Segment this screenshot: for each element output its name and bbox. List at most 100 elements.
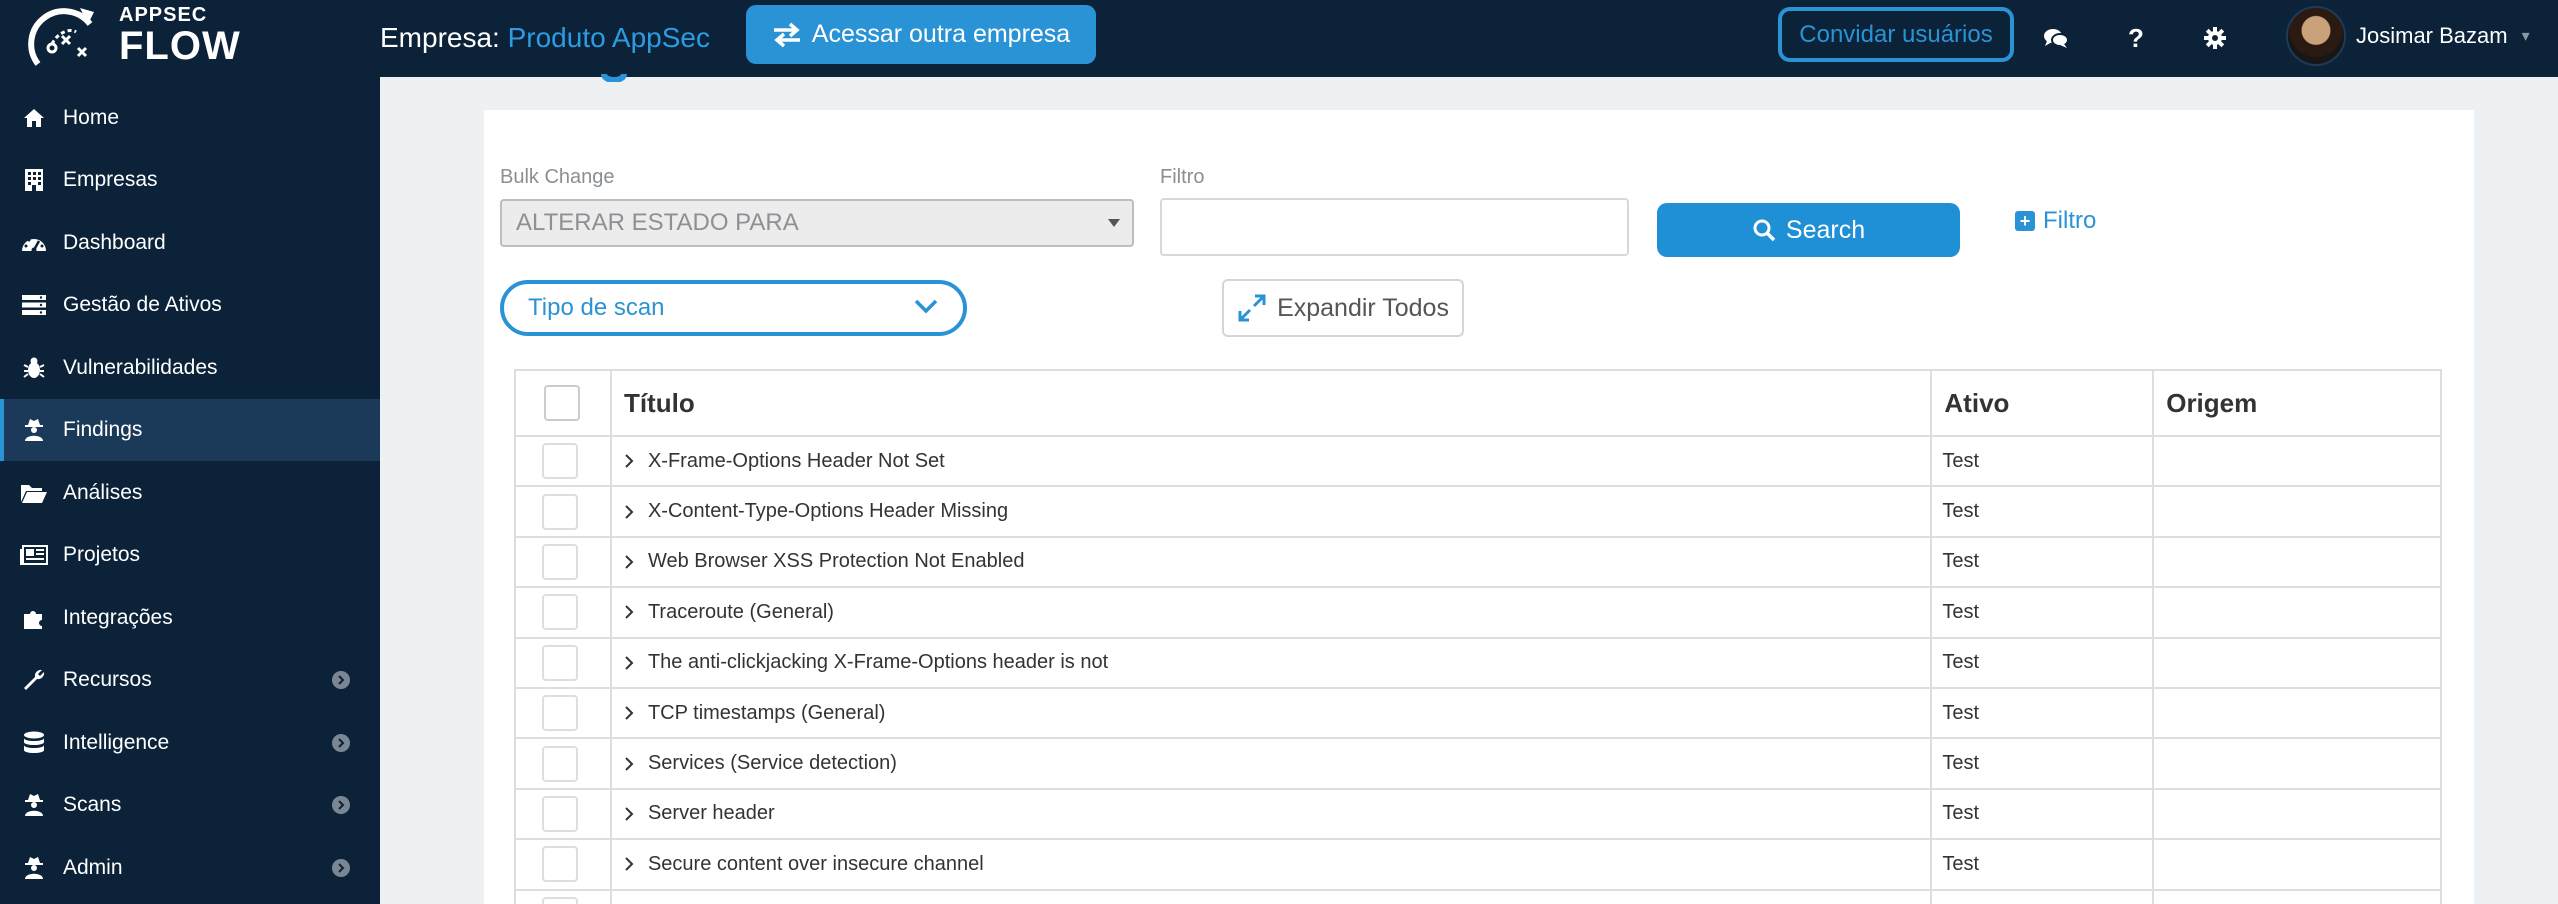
chevron-right-icon[interactable]: [622, 552, 636, 572]
row-title-cell: Server header: [609, 787, 1933, 841]
switch-company-button[interactable]: Acessar outra empresa: [746, 5, 1096, 64]
row-checkbox[interactable]: [542, 443, 578, 480]
chevron-right-icon[interactable]: [622, 854, 636, 874]
table-row[interactable]: Services (Service detection) Test: [514, 737, 2442, 790]
row-title-cell: Services (Service detection): [609, 737, 1933, 790]
chevron-right-icon[interactable]: [622, 804, 636, 824]
sidebar-item-label: Intelligence: [63, 731, 170, 754]
finding-title[interactable]: X-Content-Type-Options Header Missing: [648, 500, 1008, 523]
expand-all-button[interactable]: Expandir Todos: [1222, 279, 1464, 337]
sidebar-item-integracoes[interactable]: Integrações: [0, 587, 380, 649]
chevron-down-icon: [914, 299, 938, 314]
finding-title[interactable]: X-Frame-Options Header Not Set: [648, 450, 945, 473]
finding-title[interactable]: Services (Service detection): [648, 752, 897, 775]
finding-title[interactable]: TCP timestamps (General): [648, 702, 885, 725]
chevron-right-icon[interactable]: [622, 703, 636, 723]
chevron-right-icon[interactable]: [622, 502, 636, 522]
row-checkbox[interactable]: [542, 493, 578, 530]
row-checkbox[interactable]: [542, 543, 578, 580]
row-asset-cell: Test: [1930, 838, 2155, 891]
top-bar: APPSEC FLOW Empresa: Produto AppSec Aces…: [0, 0, 2558, 77]
row-title-cell: TCP timestamps (General): [609, 686, 1933, 740]
sidebar-item-intelligence[interactable]: Intelligence: [0, 712, 380, 774]
table-row[interactable]: TCP timestamps (General) Test: [514, 686, 2442, 740]
finding-title[interactable]: Web Browser XSS Protection Not Enabled: [648, 550, 1024, 573]
sidebar-item-vulnerabilidades[interactable]: Vulnerabilidades: [0, 337, 380, 399]
row-checkbox[interactable]: [542, 695, 578, 732]
sidebar-item-recursos[interactable]: Recursos: [0, 649, 380, 711]
column-header-title[interactable]: Título: [609, 369, 1933, 437]
add-filter-button[interactable]: + Filtro: [2015, 204, 2096, 238]
gauge-icon: [20, 229, 48, 257]
table-row[interactable]: Traceroute (General) Test: [514, 586, 2442, 639]
filter-input[interactable]: [1160, 198, 1629, 256]
chevron-right-icon: [332, 859, 350, 877]
sidebar-item-projetos[interactable]: Projetos: [0, 524, 380, 586]
row-checkbox[interactable]: [542, 644, 578, 681]
sidebar-item-gestao-de-ativos[interactable]: Gestão de Ativos: [0, 274, 380, 336]
row-origin-cell: [2152, 737, 2442, 790]
chevron-right-icon[interactable]: [622, 754, 636, 774]
filter-label: Filtro: [1160, 166, 1205, 188]
gear-icon[interactable]: [2197, 20, 2233, 56]
table-row[interactable]: X-Frame-Options Header Not Set Test: [514, 434, 2442, 488]
row-title-cell: Web Browser XSS Protection Not Enabled: [609, 535, 1933, 589]
row-checkbox[interactable]: [542, 846, 578, 883]
chevron-right-icon[interactable]: [622, 451, 636, 471]
sidebar-item-dashboard[interactable]: Dashboard: [0, 212, 380, 274]
row-check-cell: [514, 485, 612, 538]
avatar: [2286, 6, 2346, 66]
caret-down-icon: [1108, 219, 1120, 227]
table-row[interactable]: Server header Test: [514, 787, 2442, 841]
help-icon[interactable]: ?: [2118, 20, 2154, 56]
sidebar-item-label: Recursos: [63, 668, 152, 691]
row-origin-cell: [2152, 838, 2442, 891]
scan-type-dropdown[interactable]: Tipo de scan: [500, 280, 967, 336]
row-title-cell: X-Frame-Options Header Not Set: [609, 434, 1933, 488]
chat-icon[interactable]: [2038, 20, 2074, 56]
finding-title[interactable]: Traceroute (General): [648, 601, 834, 624]
search-button[interactable]: Search: [1657, 203, 1960, 257]
table-row[interactable]: Secure content over insecure channel Tes…: [514, 838, 2442, 891]
appsec-flow-logo[interactable]: APPSEC FLOW: [24, 2, 254, 72]
column-header-asset[interactable]: Ativo: [1930, 369, 2155, 437]
table-row[interactable]: Web Browser XSS Protection Not Enabled T…: [514, 535, 2442, 589]
sidebar-item-home[interactable]: Home: [0, 87, 380, 149]
chevron-right-icon[interactable]: [622, 653, 636, 673]
row-origin-cell: [2152, 686, 2442, 740]
scan-type-label: Tipo de scan: [528, 294, 665, 321]
sidebar-item-scans[interactable]: Scans: [0, 774, 380, 836]
company-name[interactable]: Produto AppSec: [508, 22, 710, 53]
row-checkbox[interactable]: [542, 795, 578, 832]
row-title-cell: Traceroute (General): [609, 586, 1933, 639]
table-row-partial[interactable]: [514, 888, 2442, 904]
sidebar-item-label: Gestão de Ativos: [63, 293, 222, 316]
chevron-right-icon[interactable]: [622, 602, 636, 622]
row-asset-cell: Test: [1930, 586, 2155, 639]
sidebar-item-admin[interactable]: Admin: [0, 837, 380, 899]
table-row[interactable]: The anti-clickjacking X-Frame-Options he…: [514, 636, 2442, 689]
row-checkbox[interactable]: [542, 896, 578, 904]
row-checkbox[interactable]: [542, 745, 578, 782]
finding-title[interactable]: Secure content over insecure channel: [648, 853, 984, 876]
row-title-cell: [609, 888, 1933, 904]
user-menu[interactable]: Josimar Bazam ▾: [2286, 6, 2530, 66]
sidebar-item-findings[interactable]: Findings: [0, 399, 380, 461]
row-check-cell: [514, 535, 612, 589]
bug-icon: [20, 354, 48, 382]
row-checkbox[interactable]: [542, 594, 578, 631]
finding-title[interactable]: The anti-clickjacking X-Frame-Options he…: [648, 651, 1108, 674]
caret-down-icon: ▾: [2521, 28, 2530, 45]
chevron-right-icon: [332, 796, 350, 814]
sidebar-item-analises[interactable]: Análises: [0, 462, 380, 524]
bulk-change-select[interactable]: ALTERAR ESTADO PARA: [500, 199, 1134, 247]
chevron-right-icon: [332, 671, 350, 689]
invite-users-button[interactable]: Convidar usuários: [1778, 7, 2014, 62]
table-row[interactable]: X-Content-Type-Options Header Missing Te…: [514, 485, 2442, 538]
select-all-checkbox[interactable]: [544, 385, 580, 421]
sidebar-item-label: Integrações: [63, 606, 173, 629]
column-header-origin[interactable]: Origem: [2152, 369, 2442, 437]
sidebar-item-empresas[interactable]: Empresas: [0, 149, 380, 211]
finding-title[interactable]: Server header: [648, 802, 775, 825]
sidebar: Home Empresas Dashboard Gestão de Ativos…: [0, 77, 380, 904]
